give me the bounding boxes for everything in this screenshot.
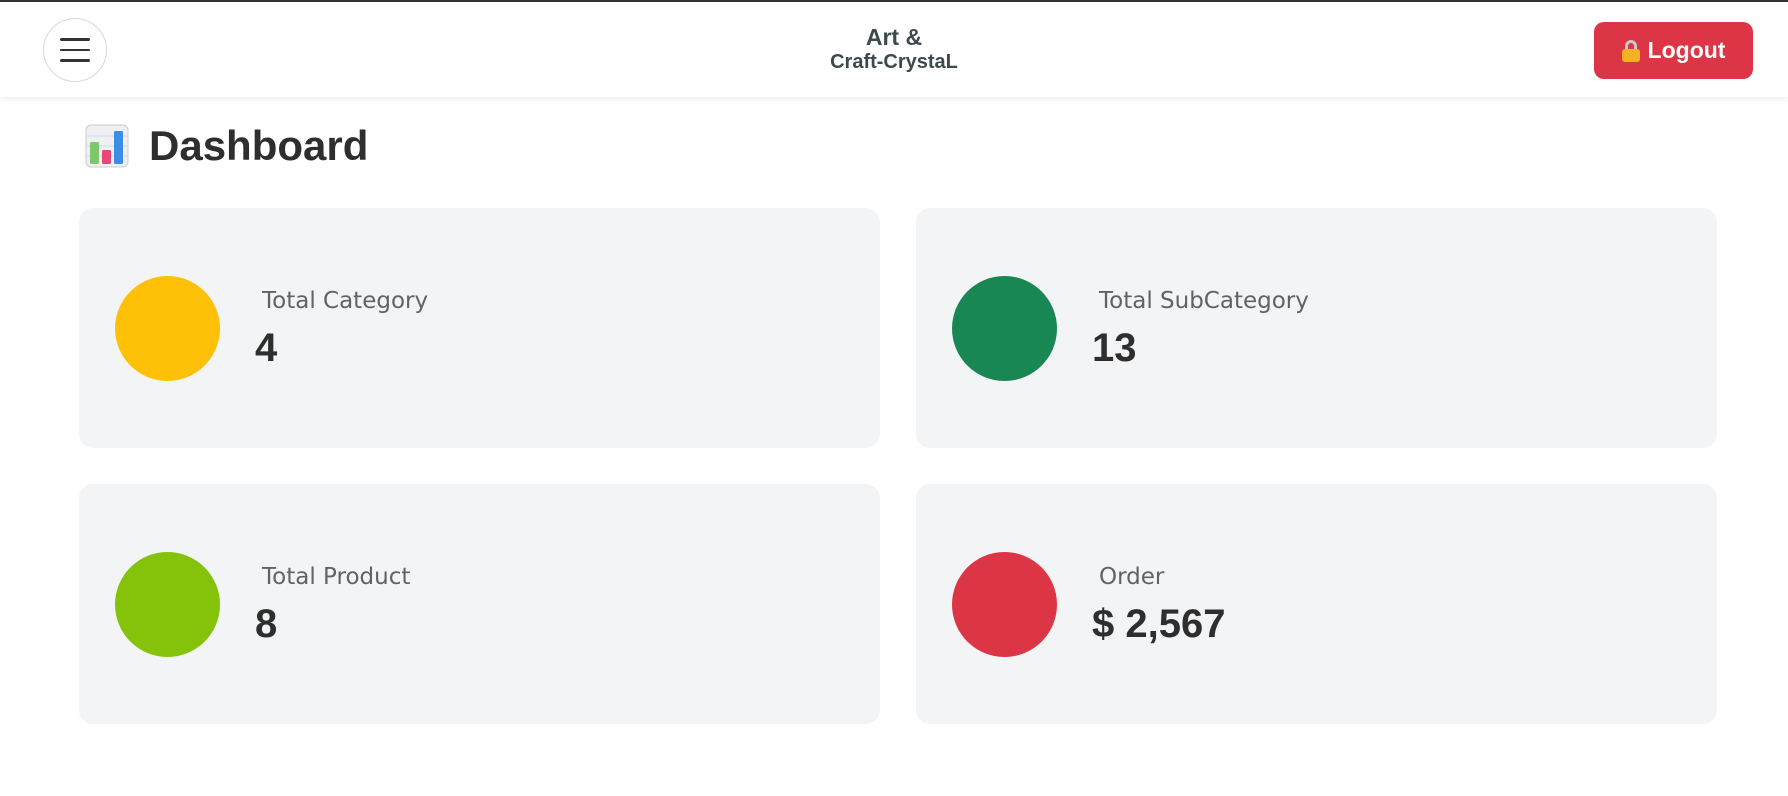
stat-value: 4	[255, 326, 278, 370]
stat-label: Total Product	[262, 564, 411, 590]
stat-circle	[952, 552, 1057, 657]
brand-line-2: Craft-CrystaL	[830, 51, 958, 73]
stat-circle	[952, 276, 1057, 381]
stat-value: $ 2,567	[1092, 602, 1226, 646]
stat-circle	[115, 276, 220, 381]
navbar: Art & Craft-CrystaL Logout	[0, 2, 1788, 97]
stat-value: 8	[255, 602, 278, 646]
stat-circle	[115, 552, 220, 657]
logout-label: Logout	[1647, 37, 1726, 63]
stat-card-total-category: Total Category 4	[79, 208, 880, 448]
stat-card-total-subcategory: Total SubCategory 13	[916, 208, 1717, 448]
brand[interactable]: Art & Craft-CrystaL	[694, 24, 1094, 74]
logout-button[interactable]: Logout	[1594, 22, 1753, 79]
stat-label: Total SubCategory	[1099, 288, 1309, 314]
stat-card-total-product: Total Product 8	[79, 484, 880, 724]
hamburger-menu-icon[interactable]	[43, 18, 107, 82]
bar-chart-icon	[85, 124, 129, 168]
brand-line-1: Art &	[865, 24, 923, 50]
stat-card-order: Order $ 2,567	[916, 484, 1717, 724]
page-title: Dashboard	[149, 122, 369, 169]
lock-icon	[1621, 39, 1640, 62]
stat-label: Order	[1099, 564, 1165, 590]
page-header: Dashboard	[85, 120, 368, 172]
stat-label: Total Category	[262, 288, 429, 314]
stat-value: 13	[1092, 326, 1137, 370]
